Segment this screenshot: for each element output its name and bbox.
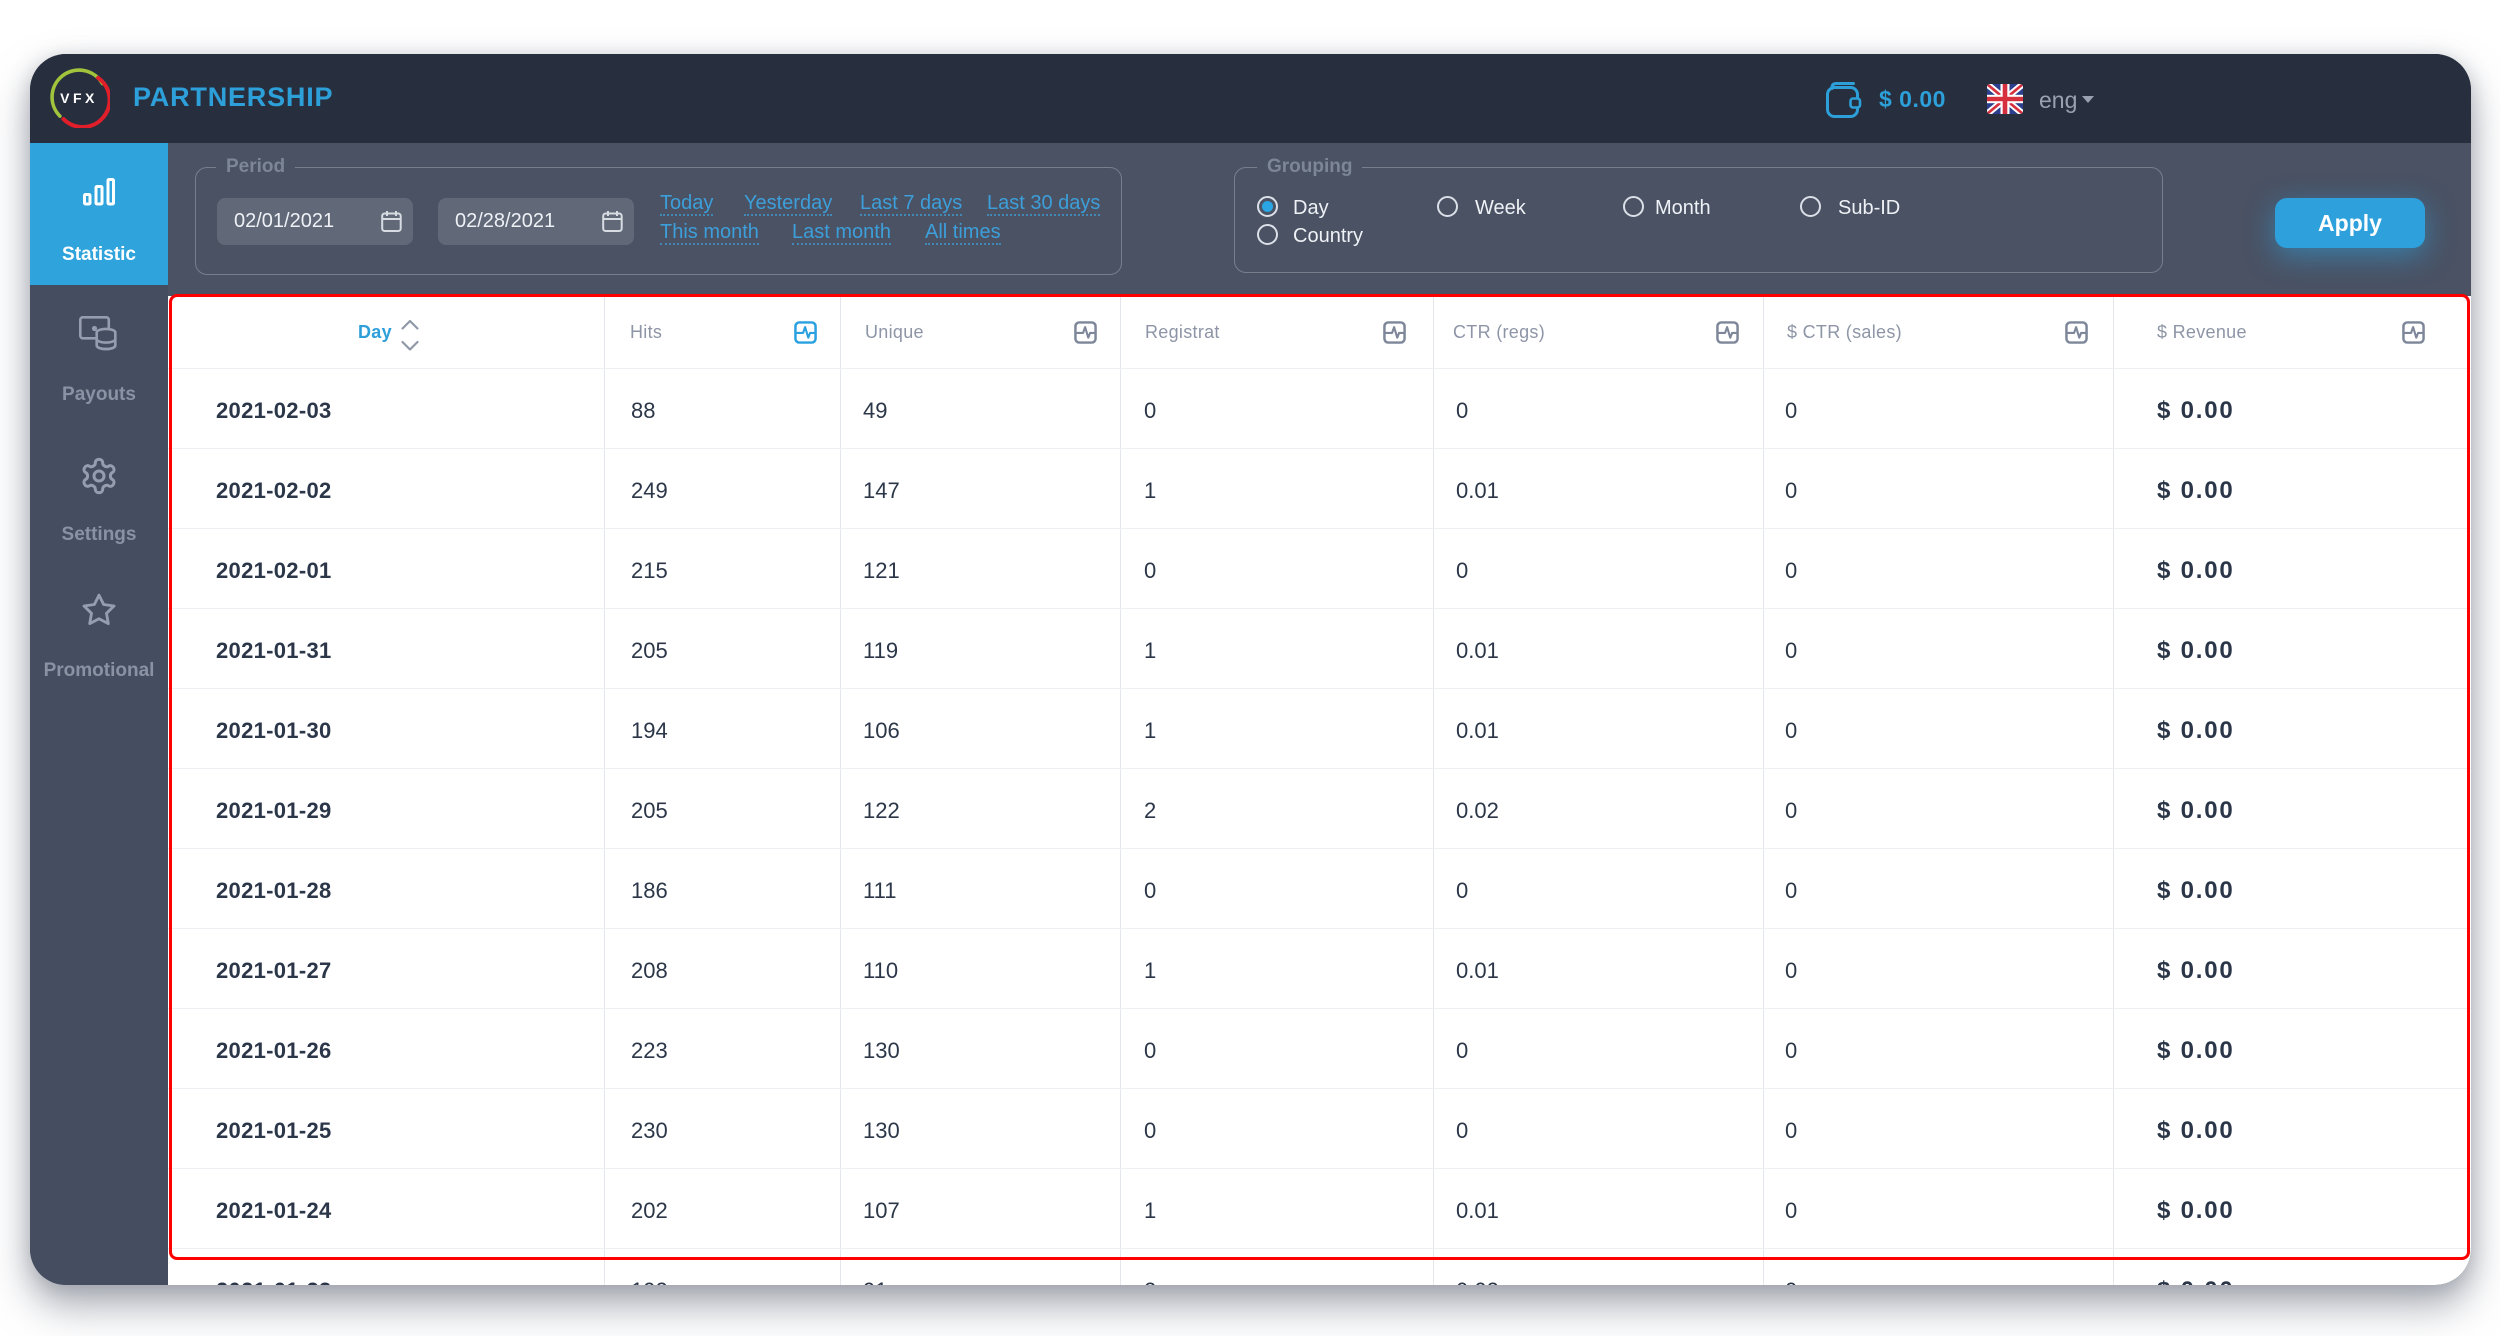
svg-text:VFX: VFX	[60, 90, 98, 106]
